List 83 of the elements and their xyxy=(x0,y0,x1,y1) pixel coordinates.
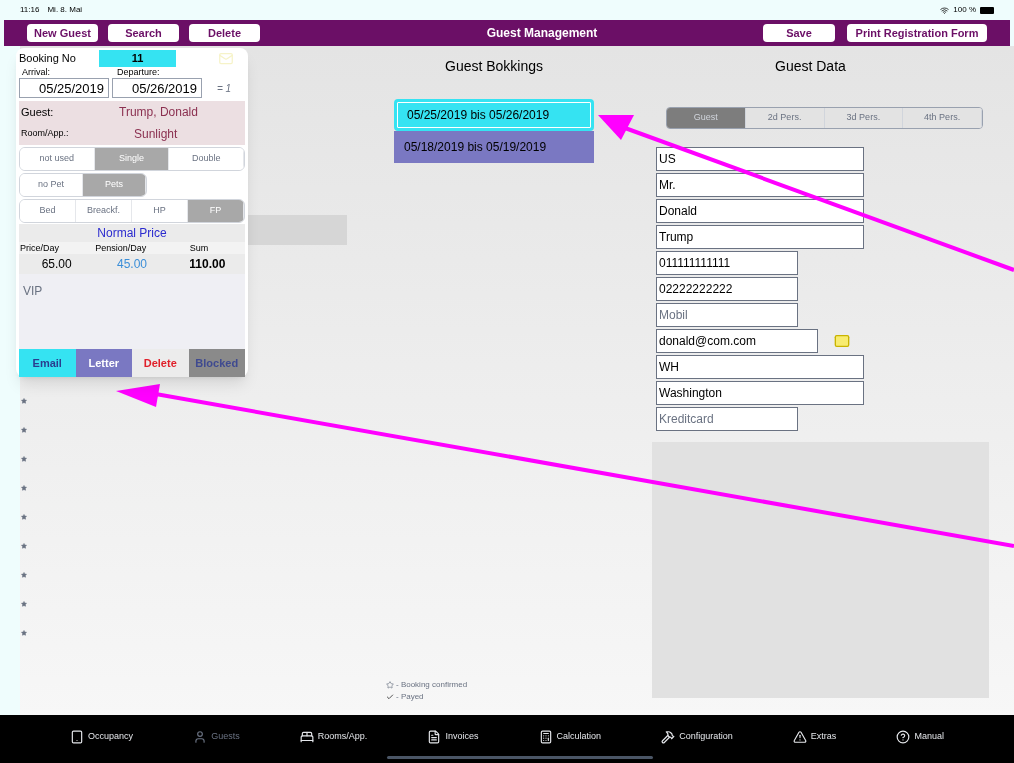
text-field[interactable]: Kreditcard xyxy=(656,407,798,431)
guest-label: Guest: xyxy=(20,104,55,120)
toolbar-title: Guest Management xyxy=(485,25,599,42)
tab-bar-item[interactable]: Occupancy xyxy=(70,730,134,744)
room-name: Sunlight xyxy=(134,126,178,143)
toolbar-button[interactable]: Search xyxy=(108,24,179,42)
price-type[interactable]: Normal Price xyxy=(19,224,245,242)
tab-icon xyxy=(193,730,208,744)
star-icon xyxy=(21,398,27,404)
battery-icon xyxy=(980,6,994,14)
text-field[interactable]: 011111111111 xyxy=(656,251,798,275)
toolbar-button[interactable]: Save xyxy=(763,24,835,42)
text-field[interactable]: WH xyxy=(656,355,864,379)
star-outline-icon xyxy=(386,681,394,689)
tab-bar-item[interactable]: Manual xyxy=(896,730,944,744)
text-field[interactable]: US xyxy=(656,147,864,171)
tab-bar-item[interactable]: Calculation xyxy=(538,730,602,744)
nights-count: = 1 xyxy=(217,81,232,96)
tab-bar-item[interactable]: Configuration xyxy=(661,730,733,744)
departure-field[interactable]: 05/26/2019 xyxy=(112,78,202,98)
segment-option[interactable]: not used xyxy=(20,148,95,170)
checkmark-icon xyxy=(386,693,394,701)
booking-no-label: Booking No xyxy=(19,51,77,67)
text-field[interactable]: Trump xyxy=(656,225,864,249)
text-field[interactable]: Washington xyxy=(656,381,864,405)
star-icon xyxy=(21,543,27,549)
star-icon xyxy=(21,630,27,636)
text-field[interactable]: Mobil xyxy=(656,303,798,327)
star-icon xyxy=(21,456,27,462)
star-icon xyxy=(21,427,27,433)
price-label: Price/Day xyxy=(19,242,60,255)
booking-item[interactable]: 05/18/2019 bis 05/19/2019 xyxy=(394,131,594,163)
price-label: Sum xyxy=(188,242,210,255)
price-value: 65.00 xyxy=(40,256,73,273)
booking-number: 11 xyxy=(99,50,176,67)
guest-data-title: Guest Data xyxy=(775,57,847,76)
legend-text: - Booking confirmed xyxy=(396,679,468,691)
tab-icon xyxy=(538,730,553,744)
guest-name: Trump, Donald xyxy=(119,104,198,121)
star-icon xyxy=(21,572,27,578)
status-date: Mi. 8. Mai xyxy=(47,4,83,16)
bookings-title: Guest Bokkings xyxy=(445,57,544,76)
tab-icon xyxy=(896,730,911,744)
wifi-icon xyxy=(940,5,950,15)
tab-icon xyxy=(427,730,442,744)
segment-option[interactable]: Bed xyxy=(20,200,76,222)
action-button[interactable]: Delete xyxy=(132,349,189,377)
text-field[interactable]: donald@com.com xyxy=(656,329,818,353)
note-text: VIP xyxy=(23,284,43,298)
arrival-field[interactable]: 05/25/2019 xyxy=(19,78,109,98)
price-value: 110.00 xyxy=(188,256,227,273)
person-tab[interactable]: 2d Pers. xyxy=(745,108,825,128)
departure-label: Departure: xyxy=(117,66,160,77)
action-button[interactable]: Email xyxy=(19,349,76,377)
person-tab[interactable]: 3d Pers. xyxy=(824,108,904,128)
text-field[interactable]: Donald xyxy=(656,199,864,223)
person-tab[interactable]: 4th Pers. xyxy=(903,108,982,128)
toolbar-button[interactable]: Delete xyxy=(189,24,260,42)
tab-bar-item[interactable]: Rooms/App. xyxy=(299,730,368,744)
star-icon xyxy=(21,514,27,520)
text-field[interactable]: 02222222222 xyxy=(656,277,798,301)
star-icon xyxy=(21,485,27,491)
battery-text: 100 % xyxy=(953,4,976,16)
star-icon xyxy=(21,601,27,607)
action-button[interactable]: Letter xyxy=(75,349,132,377)
room-label: Room/App.: xyxy=(20,127,70,141)
tab-icon xyxy=(661,730,676,744)
tab-bar-item[interactable]: Guests xyxy=(193,730,240,744)
tab-icon xyxy=(299,730,314,744)
toolbar-button[interactable]: Print Registration Form xyxy=(847,24,987,42)
price-value: 45.00 xyxy=(115,256,148,273)
booking-item[interactable]: 05/25/2019 bis 05/26/2019 xyxy=(394,99,594,131)
text-field[interactable]: Mr. xyxy=(656,173,864,197)
price-label: Pension/Day xyxy=(94,242,148,255)
status-time: 11:16 xyxy=(20,4,40,16)
arrival-label: Arrival: xyxy=(22,66,51,77)
tab-icon xyxy=(70,730,85,744)
tab-bar-item[interactable]: Invoices xyxy=(427,730,479,744)
segment-option[interactable]: no Pet xyxy=(20,174,83,196)
toolbar-button[interactable]: New Guest xyxy=(27,24,98,42)
tab-icon xyxy=(792,730,807,744)
tab-bar-item[interactable]: Extras xyxy=(792,730,837,744)
legend-text: - Payed xyxy=(396,691,424,703)
